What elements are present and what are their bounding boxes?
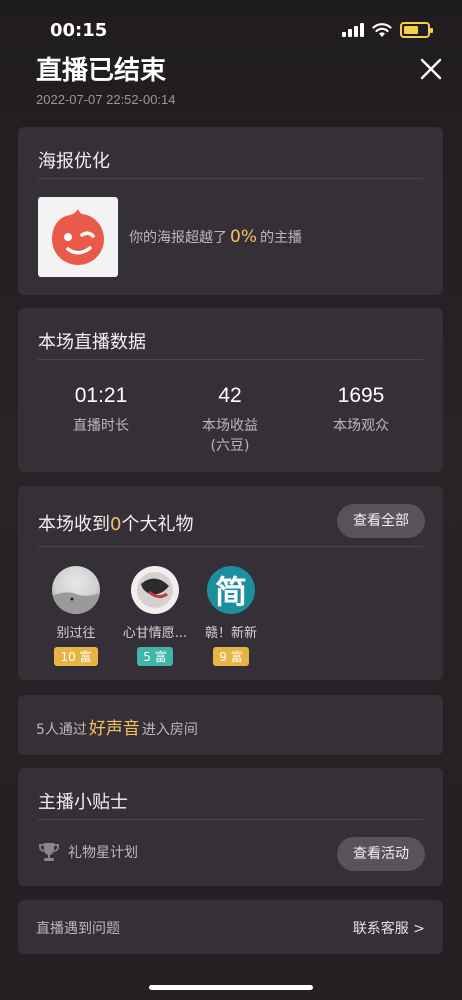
avatar: 简 [207, 566, 255, 614]
host-tips-card: 主播小贴士 礼物星计划 查看活动 [18, 768, 443, 886]
stats-card-title: 本场直播数据 [38, 332, 146, 353]
poster-image[interactable] [38, 197, 118, 277]
good-voice-card: 5人通过 好声音 进入房间 [18, 695, 443, 755]
poster-percent: 0% [230, 227, 257, 247]
contact-support-link[interactable]: 联系客服 > [353, 918, 425, 938]
signal-icon [342, 23, 364, 37]
stat-label: 本场观众 [333, 418, 389, 434]
tips-card-title: 主播小贴士 [38, 792, 128, 813]
stat-unit: (六豆) [210, 438, 250, 454]
stat-value: 42 [218, 384, 242, 407]
avatar [52, 566, 100, 614]
stat-audience: 1695 本场观众 [301, 384, 421, 436]
gift-star-plan-item: 礼物星计划 [38, 842, 138, 862]
divider [38, 819, 423, 820]
gift-sender[interactable]: 简 赣！新新 9 富 [186, 566, 276, 666]
home-indicator[interactable] [149, 985, 313, 990]
gift-sender-name: 别过往 [56, 626, 96, 641]
stat-value: 1695 [337, 384, 385, 407]
status-icons [342, 22, 433, 38]
status-time: 00:15 [50, 20, 108, 41]
view-all-button[interactable]: 查看全部 [337, 504, 425, 538]
stat-label: 本场收益 (六豆) [170, 416, 290, 456]
poster-optimization-card: 海报优化 你的海报超越了 0% 的主播 [18, 127, 443, 295]
divider [38, 178, 423, 179]
wealth-badge: 9 富 [213, 647, 249, 666]
good-voice-text: 5人通过 好声音 进入房间 [36, 719, 198, 739]
wealth-badge: 10 富 [54, 647, 98, 666]
live-datetime: 2022-07-07 22:52-00:14 [36, 92, 176, 107]
tip-item-label: 礼物星计划 [68, 845, 138, 861]
trophy-icon [39, 843, 59, 861]
help-text: 直播遇到问题 [36, 921, 120, 937]
poster-card-title: 海报优化 [38, 151, 110, 172]
view-activity-button[interactable]: 查看活动 [337, 837, 425, 871]
page-title: 直播已结束 [36, 56, 167, 86]
battery-icon [400, 22, 433, 38]
wifi-icon [372, 23, 392, 37]
stat-value: 01:21 [74, 384, 128, 407]
gift-count: 0 [110, 514, 122, 535]
stat-label: 直播时长 [73, 418, 129, 434]
stat-duration: 01:21 直播时长 [41, 384, 161, 436]
divider [38, 359, 423, 360]
avatar [131, 566, 179, 614]
gift-sender-name: 赣！新新 [204, 626, 257, 641]
big-gifts-card: 本场收到0个大礼物 查看全部 别过往 10 富 心甘情愿... 5 富 简 赣！… [18, 486, 443, 680]
gifts-card-title: 本场收到0个大礼物 [38, 514, 194, 535]
help-card: 直播遇到问题 联系客服 > [18, 900, 443, 954]
good-voice-highlight: 好声音 [88, 719, 140, 739]
divider [38, 546, 423, 547]
poster-logo-icon [52, 209, 104, 265]
wealth-badge: 5 富 [137, 647, 173, 666]
poster-rank-text: 你的海报超越了 0% 的主播 [129, 227, 302, 247]
stat-earnings: 42 本场收益 (六豆) [170, 384, 290, 456]
gift-sender[interactable]: 别过往 10 富 [31, 566, 121, 666]
close-icon[interactable] [418, 56, 444, 82]
live-stats-card: 本场直播数据 01:21 直播时长 42 本场收益 (六豆) 1695 本场观众 [18, 308, 443, 472]
